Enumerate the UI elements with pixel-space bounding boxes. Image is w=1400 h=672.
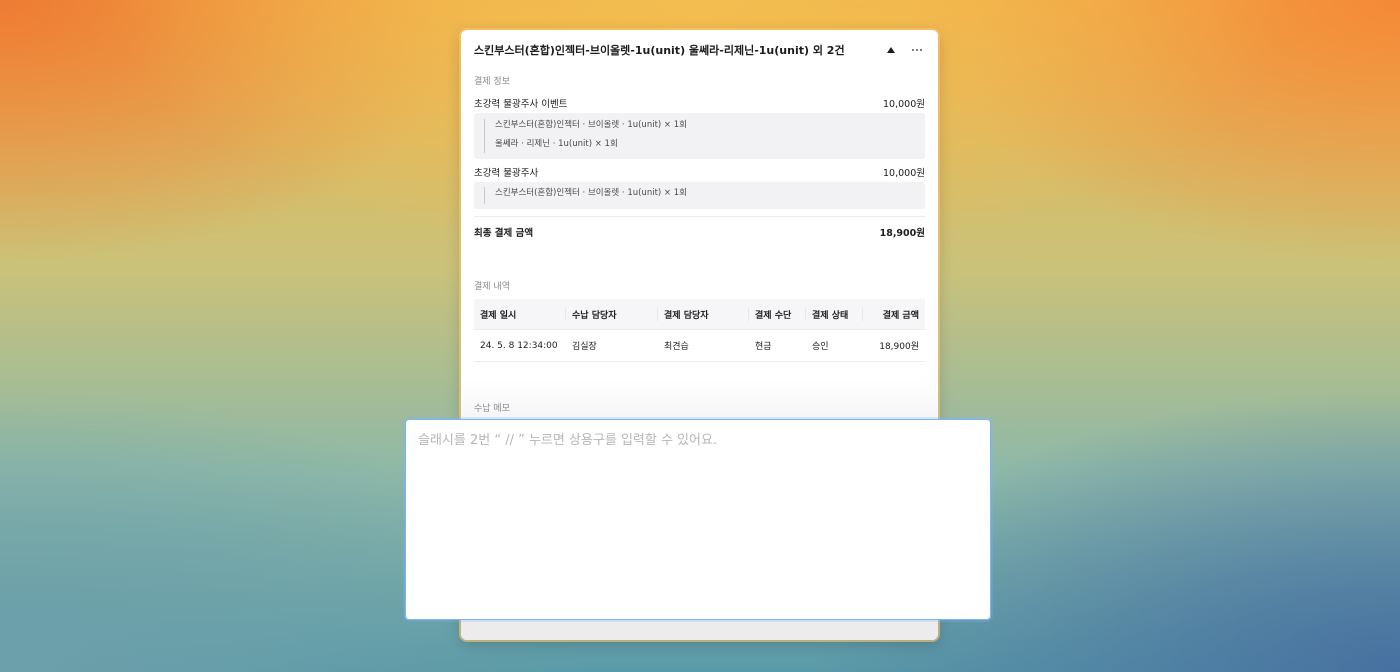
- detail-line: 스킨부스터(혼합)인젝터 · 브이올렛 · 1u(unit) × 1회: [495, 120, 687, 130]
- more-horizontal-icon[interactable]: [909, 42, 925, 58]
- card-header: 스킨부스터(혼합)인젝터-브이올렛-1u(unit) 울쎄라-리제닌-1u(un…: [474, 40, 925, 60]
- payment-item-amount: 10,000원: [883, 99, 925, 110]
- table-header: 결제 일시 수납 담당자 결제 담당자 결제 수단 결제 상태 결제 금액: [474, 299, 925, 330]
- payment-info-label: 결제 정보: [474, 77, 510, 87]
- payment-item-details: 스킨부스터(혼합)인젝터 · 브이올렛 · 1u(unit) × 1회 울쎄라 …: [474, 113, 925, 159]
- table-row[interactable]: 24. 5. 8 12:34:00 김실장 최견습 현금 승인 18,900원: [474, 330, 925, 362]
- payment-item-details: 스킨부스터(혼합)인젝터 · 브이올렛 · 1u(unit) × 1회: [474, 182, 925, 209]
- payment-item-row: 초강력 물광주사 10,000원: [474, 165, 925, 179]
- table-cell: 승인: [812, 342, 829, 352]
- detail-line: 스킨부스터(혼합)인젝터 · 브이올렛 · 1u(unit) × 1회: [495, 188, 687, 198]
- payment-item-amount: 10,000원: [883, 168, 925, 179]
- caret-up-icon[interactable]: [883, 42, 899, 58]
- payment-item-name: 초강력 물광주사: [474, 168, 539, 179]
- card-title: 스킨부스터(혼합)인젝터-브이올렛-1u(unit) 울쎄라-리제닌-1u(un…: [474, 44, 845, 57]
- payment-item-row: 초강력 물광주사 이벤트 10,000원: [474, 96, 925, 110]
- memo-label: 수납 메모: [474, 404, 510, 414]
- detail-line: 울쎄라 · 리제닌 · 1u(unit) × 1회: [495, 139, 618, 149]
- memo-input-container[interactable]: [405, 419, 991, 620]
- column-header: 결제 수단: [748, 307, 805, 321]
- table-cell: 김실장: [572, 342, 597, 352]
- table-cell: 18,900원: [879, 342, 919, 352]
- memo-fade: [461, 380, 938, 420]
- divider: [474, 216, 925, 217]
- card-footer: [461, 618, 938, 640]
- payment-item-name: 초강력 물광주사 이벤트: [474, 99, 568, 110]
- column-header: 결제 일시: [480, 310, 517, 321]
- column-header: 결제 금액: [862, 307, 925, 321]
- table-cell: 24. 5. 8 12:34:00: [480, 340, 558, 351]
- total-amount: 18,900원: [879, 228, 925, 239]
- table-cell: 최견습: [664, 342, 689, 352]
- memo-input[interactable]: [406, 420, 990, 619]
- total-label: 최종 결제 금액: [474, 228, 534, 239]
- total-row: 최종 결제 금액 18,900원: [474, 225, 925, 239]
- table-cell: 현금: [755, 342, 772, 352]
- column-header: 수납 담당자: [565, 307, 657, 321]
- column-header: 결제 상태: [805, 307, 862, 321]
- column-header: 결제 담당자: [657, 307, 748, 321]
- payment-history-table: 결제 일시 수납 담당자 결제 담당자 결제 수단 결제 상태 결제 금액 24…: [474, 299, 925, 362]
- payment-history-label: 결제 내역: [474, 282, 510, 292]
